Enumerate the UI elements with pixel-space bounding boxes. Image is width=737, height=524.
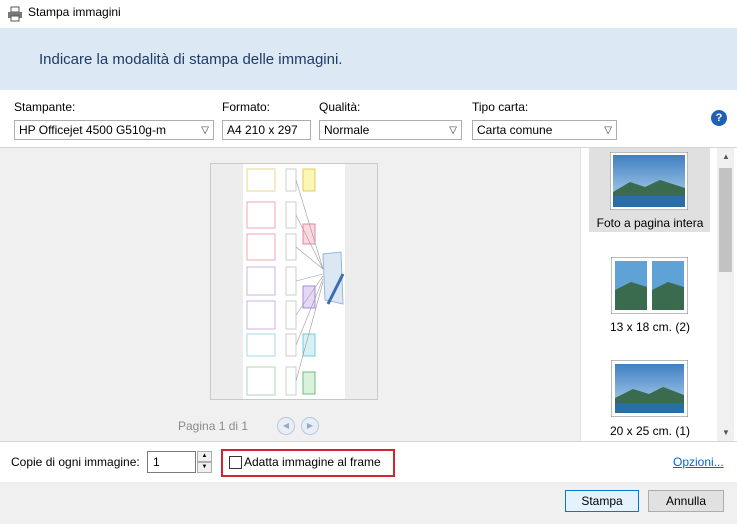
layout-item-full-page[interactable] (609, 151, 689, 213)
cancel-button[interactable]: Annulla (648, 490, 724, 512)
two-photo-thumbnail (610, 256, 689, 315)
scroll-up-icon[interactable]: ▲ (722, 152, 730, 161)
copies-label: Copie di ogni immagine: (11, 455, 140, 469)
format-value: A4 210 x 297 (227, 123, 298, 137)
window-title: Stampa immagini (28, 5, 121, 19)
next-page-button[interactable]: ▶ (301, 417, 319, 435)
printer-label: Stampante: (14, 100, 76, 114)
print-button[interactable]: Stampa (565, 490, 639, 512)
layout-caption: 20 x 25 cm. (1) (609, 424, 691, 438)
preview-image (211, 164, 377, 399)
layout-caption: Foto a pagina intera (596, 216, 704, 230)
quality-label: Qualità: (319, 100, 361, 114)
format-select[interactable]: A4 210 x 297 (222, 120, 311, 140)
help-icon[interactable]: ? (711, 110, 727, 126)
chevron-down-icon: ▽ (604, 125, 612, 136)
copies-input[interactable]: 1 (147, 451, 196, 473)
layout-item-20x25[interactable] (610, 359, 689, 420)
paper-type-label: Tipo carta: (472, 100, 529, 114)
preview-page (210, 163, 378, 400)
copies-decrement-button[interactable]: ▼ (197, 462, 212, 473)
fit-frame-label[interactable]: Adatta immagine al frame (244, 455, 381, 469)
landscape-thumbnail (609, 151, 689, 211)
prev-page-button[interactable]: ◀ (277, 417, 295, 435)
quality-select[interactable]: Normale ▽ (319, 120, 462, 140)
scroll-thumb[interactable] (719, 168, 732, 272)
header-banner: Indicare la modalità di stampa delle imm… (0, 28, 737, 90)
landscape-thumbnail (610, 359, 689, 418)
scroll-down-icon[interactable]: ▼ (722, 428, 730, 437)
paper-type-value: Carta comune (477, 123, 553, 137)
copies-increment-button[interactable]: ▲ (197, 451, 212, 462)
page-heading: Indicare la modalità di stampa delle imm… (39, 51, 343, 68)
paper-type-select[interactable]: Carta comune ▽ (472, 120, 617, 140)
layout-caption: 13 x 18 cm. (2) (609, 320, 691, 334)
page-indicator: Pagina 1 di 1 (178, 419, 249, 433)
quality-value: Normale (324, 123, 370, 137)
chevron-down-icon: ▽ (449, 125, 457, 136)
copies-value: 1 (153, 455, 160, 469)
format-label: Formato: (222, 100, 271, 114)
title-bar: Stampa immagini (0, 0, 737, 28)
printer-value: HP Officejet 4500 G510g-m (19, 123, 166, 137)
layout-scrollbar[interactable]: ▲ ▼ (717, 148, 734, 441)
printer-icon (8, 6, 22, 22)
layout-item-13x18[interactable] (610, 256, 689, 317)
printer-select[interactable]: HP Officejet 4500 G510g-m ▽ (14, 120, 214, 140)
chevron-down-icon: ▽ (201, 125, 209, 136)
options-link[interactable]: Opzioni... (673, 455, 724, 469)
fit-frame-checkbox[interactable] (229, 456, 242, 469)
